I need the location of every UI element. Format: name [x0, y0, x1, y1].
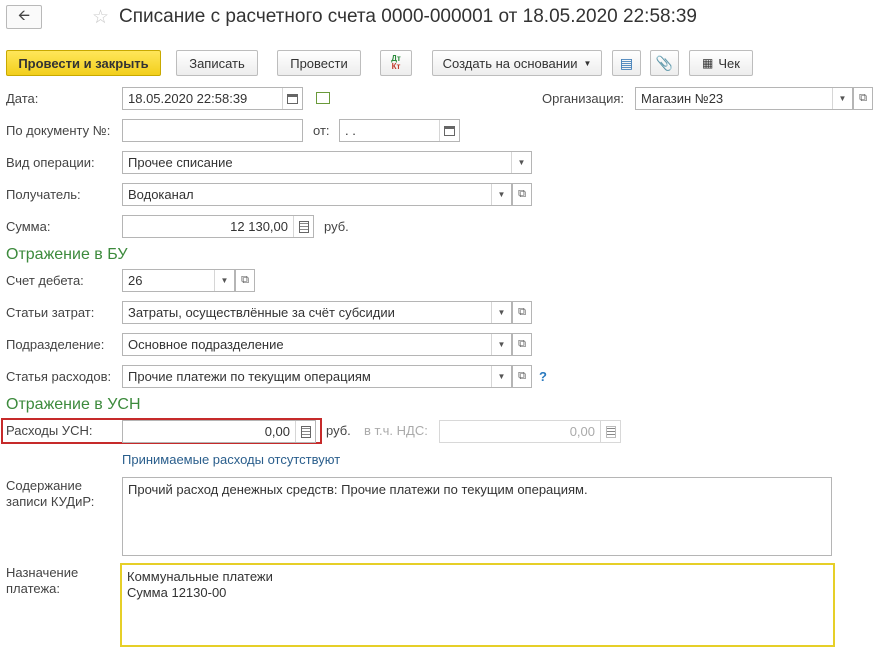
usn-expenses-field[interactable]: 0,00 [122, 420, 316, 443]
calculator-icon [600, 421, 620, 442]
dropdown-arrow-icon[interactable]: ▼ [214, 270, 234, 291]
open-form-icon: ⧉ [859, 92, 867, 104]
usn-expenses-value: 0,00 [264, 424, 290, 439]
debit-account-value: 26 [128, 273, 143, 288]
date-label: Дата: [6, 91, 39, 106]
expense-item-field[interactable]: Прочие платежи по текущим операциям ▼ [122, 365, 512, 388]
open-form-icon: ⧉ [518, 306, 526, 318]
page-title: Списание с расчетного счета 0000-000001 … [119, 6, 697, 27]
debit-account-label: Счет дебета: [6, 273, 84, 288]
dropdown-arrow-icon[interactable]: ▼ [491, 302, 511, 323]
doc-number-input[interactable] [122, 119, 303, 142]
division-field[interactable]: Основное подразделение ▼ [122, 333, 512, 356]
save-button[interactable]: Записать [176, 50, 258, 76]
open-form-icon: ⧉ [518, 370, 526, 382]
back-button[interactable]: 🡨 [6, 5, 42, 29]
post-and-close-button[interactable]: Провести и закрыть [6, 50, 161, 76]
dropdown-arrow-icon[interactable]: ▼ [832, 88, 852, 109]
attach-button[interactable]: 📎 [650, 50, 679, 76]
check-label: Чек [718, 55, 740, 71]
payment-purpose-label-line1: Назначение [6, 565, 79, 580]
sum-label: Сумма: [6, 219, 51, 234]
date-field[interactable]: 18.05.2020 22:58:39 [122, 87, 303, 110]
create-based-on-label: Создать на основании [442, 55, 578, 71]
kudir-content-textarea[interactable]: Прочий расход денежных средств: Прочие п… [122, 477, 832, 556]
division-value: Основное подразделение [128, 337, 284, 352]
no-expenses-link[interactable]: Принимаемые расходы отсутствуют [122, 452, 340, 467]
favorite-star-icon[interactable]: ☆ [92, 6, 109, 29]
dropdown-arrow-icon[interactable]: ▼ [491, 184, 511, 205]
operation-type-select[interactable]: Прочее списание ▼ [122, 151, 532, 174]
open-division-button[interactable]: ⧉ [512, 333, 532, 356]
payment-purpose-textarea[interactable]: Коммунальные платежи Сумма 12130-00 [120, 563, 835, 647]
organization-field[interactable]: Магазин №23 ▼ [635, 87, 853, 110]
doc-date-field[interactable]: . . [339, 119, 460, 142]
dropdown-arrow-icon[interactable]: ▼ [491, 366, 511, 387]
expense-item-value: Прочие платежи по текущим операциям [128, 369, 371, 384]
post-button[interactable]: Провести [277, 50, 361, 76]
chevron-down-icon: ▼ [583, 58, 592, 68]
sum-currency: руб. [324, 219, 349, 234]
bu-section-heading: Отражение в БУ [6, 246, 128, 263]
arrow-left-icon: 🡨 [17, 6, 31, 24]
check-button[interactable]: ▦ Чек [689, 50, 753, 76]
vat-field: 0,00 [439, 420, 621, 443]
cost-items-label: Статьи затрат: [6, 305, 95, 320]
doc-number-label: По документу №: [6, 123, 111, 138]
cost-items-field[interactable]: Затраты, осуществлённые за счёт субсидии… [122, 301, 512, 324]
open-cost-items-button[interactable]: ⧉ [512, 301, 532, 324]
operation-type-label: Вид операции: [6, 155, 95, 170]
sum-value: 12 130,00 [230, 219, 288, 234]
calendar-icon[interactable] [439, 120, 459, 141]
date-value: 18.05.2020 22:58:39 [128, 91, 248, 106]
dt-kt-icon: Дт Кт [391, 54, 401, 71]
calendar-icon[interactable] [282, 88, 302, 109]
help-icon[interactable]: ? [539, 369, 547, 384]
document-structure-icon: ▤ [619, 54, 634, 71]
vat-value: 0,00 [569, 424, 595, 439]
usn-expenses-label: Расходы УСН: [6, 423, 93, 438]
calculator-icon[interactable] [293, 216, 313, 237]
usn-currency: руб. [326, 423, 351, 438]
recipient-label: Получатель: [6, 187, 81, 202]
open-debit-account-button[interactable]: ⧉ [235, 269, 255, 292]
open-form-icon: ⧉ [518, 188, 526, 200]
usn-section-heading: Отражение в УСН [6, 396, 141, 413]
kudir-label-line1: Содержание [6, 478, 82, 493]
doc-date-value: . . [345, 123, 356, 138]
receipt-icon: ▦ [702, 56, 714, 70]
paperclip-icon: 📎 [655, 54, 674, 71]
sum-field[interactable]: 12 130,00 [122, 215, 314, 238]
payment-purpose-label-line2: платежа: [6, 581, 60, 596]
edit-date-icon[interactable] [316, 92, 330, 104]
payment-purpose-line-1: Коммунальные платежи [127, 569, 273, 584]
organization-label: Организация: [542, 91, 625, 106]
kudir-content-value: Прочий расход денежных средств: Прочие п… [128, 482, 588, 497]
payment-purpose-line-2: Сумма 12130-00 [127, 585, 227, 600]
open-organization-button[interactable]: ⧉ [853, 87, 873, 110]
dropdown-arrow-icon[interactable]: ▼ [511, 152, 531, 173]
vat-label: в т.ч. НДС: [364, 423, 428, 438]
division-label: Подразделение: [6, 337, 105, 352]
expense-item-label: Статья расходов: [6, 369, 112, 384]
operation-type-value: Прочее списание [128, 155, 233, 170]
cost-items-value: Затраты, осуществлённые за счёт субсидии [128, 305, 395, 320]
dropdown-arrow-icon[interactable]: ▼ [491, 334, 511, 355]
organization-value: Магазин №23 [641, 91, 724, 106]
open-form-icon: ⧉ [241, 274, 249, 286]
debit-account-field[interactable]: 26 ▼ [122, 269, 235, 292]
open-recipient-button[interactable]: ⧉ [512, 183, 532, 206]
from-label: от: [313, 123, 330, 138]
recipient-value: Водоканал [128, 187, 194, 202]
recipient-field[interactable]: Водоканал ▼ [122, 183, 512, 206]
calculator-icon[interactable] [295, 421, 315, 442]
dt-kt-button[interactable]: Дт Кт [380, 50, 412, 76]
structure-button[interactable]: ▤ [612, 50, 641, 76]
create-based-on-button[interactable]: Создать на основании ▼ [432, 50, 602, 76]
kudir-label-line2: записи КУДиР: [6, 494, 95, 509]
open-form-icon: ⧉ [518, 338, 526, 350]
open-expense-item-button[interactable]: ⧉ [512, 365, 532, 388]
